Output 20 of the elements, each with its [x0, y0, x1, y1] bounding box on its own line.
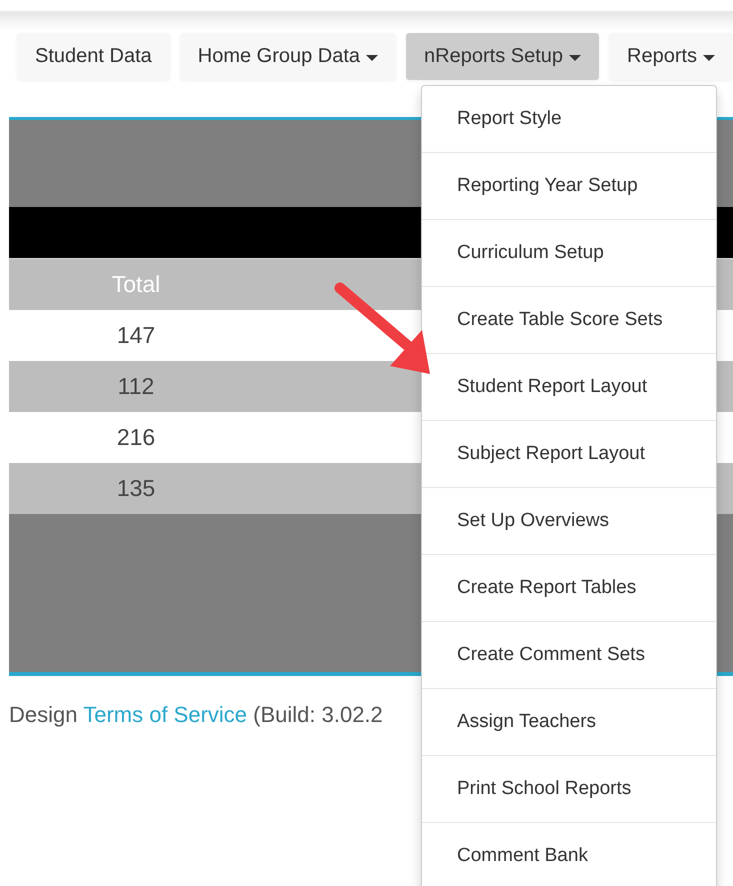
- table-cell-text: 147: [116, 321, 156, 350]
- nav-tab[interactable]: Student Data: [17, 33, 170, 80]
- footer-text: Design Terms of Service (Build: 3.02.2: [9, 702, 383, 728]
- nav-tab[interactable]: Reports: [609, 33, 733, 80]
- nav-tab[interactable]: Home Group Data: [180, 33, 396, 80]
- column-header: Total: [110, 270, 162, 299]
- menu-item[interactable]: Curriculum Setup: [422, 220, 716, 287]
- table-cell-text: 112: [116, 372, 156, 401]
- menu-item[interactable]: Reporting Year Setup: [422, 153, 716, 220]
- table-cell-text: 135: [116, 474, 156, 503]
- menu-item[interactable]: Report Style: [422, 86, 716, 153]
- menu-item[interactable]: Subject Report Layout: [422, 421, 716, 488]
- menu-item[interactable]: Create Comment Sets: [422, 622, 716, 689]
- menu-item[interactable]: Create Report Tables: [422, 555, 716, 622]
- menu-item[interactable]: Print School Reports: [422, 756, 716, 823]
- menu-item[interactable]: Assign Teachers: [422, 689, 716, 756]
- table-cell-text: 216: [116, 423, 156, 452]
- menu-item[interactable]: Comment Bank: [422, 823, 716, 886]
- nav-tab[interactable]: nReports Setup: [406, 33, 600, 80]
- menu-item[interactable]: Set Up Overviews: [422, 488, 716, 555]
